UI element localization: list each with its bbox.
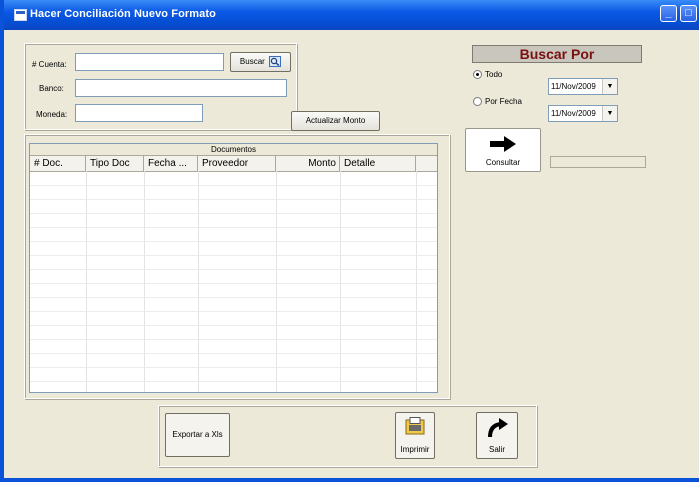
- column-header[interactable]: # Doc.: [30, 156, 86, 171]
- moneda-label: Moneda:: [36, 110, 68, 119]
- date-to-select[interactable]: 11/Nov/2009 ▼: [548, 105, 618, 122]
- grid-column-line: [198, 171, 199, 392]
- chevron-down-icon[interactable]: ▼: [602, 106, 617, 121]
- minimize-icon: _: [665, 7, 672, 19]
- grid-caption: Documentos: [30, 144, 437, 156]
- title-bar[interactable]: Hacer Conciliación Nuevo Formato _ □: [4, 0, 699, 30]
- window-title: Hacer Conciliación Nuevo Formato: [30, 8, 216, 20]
- grid-row-line: [30, 339, 437, 340]
- grid-row-line: [30, 367, 437, 368]
- cuenta-label: # Cuenta:: [32, 60, 67, 69]
- date-from-select[interactable]: 11/Nov/2009 ▼: [548, 78, 618, 95]
- print-label: Imprimir: [400, 445, 430, 454]
- exit-button[interactable]: Salir: [476, 412, 518, 459]
- column-header[interactable]: Proveedor: [198, 156, 276, 171]
- consultar-label: Consultar: [485, 158, 521, 167]
- main-window: Hacer Conciliación Nuevo Formato _ □ # C…: [0, 0, 699, 482]
- column-header[interactable]: Monto: [276, 156, 340, 171]
- buscar-label: Buscar: [239, 57, 265, 66]
- grid-row-line: [30, 227, 437, 228]
- search-by-title: Buscar Por: [472, 45, 642, 63]
- radio-por-fecha-label[interactable]: Por Fecha: [485, 97, 522, 106]
- grid-row-line: [30, 199, 437, 200]
- grid-column-line: [276, 171, 277, 392]
- minimize-button[interactable]: _: [660, 5, 677, 22]
- exit-arrow-icon: [488, 418, 508, 438]
- consultar-button[interactable]: Consultar: [465, 128, 541, 172]
- grid-row-line: [30, 213, 437, 214]
- cuenta-input[interactable]: [75, 53, 224, 71]
- chevron-down-icon[interactable]: ▼: [602, 79, 617, 94]
- grid-column-line: [86, 171, 87, 392]
- column-header[interactable]: Tipo Doc: [86, 156, 144, 171]
- grid-column-line: [416, 171, 417, 392]
- grid-row-line: [30, 311, 437, 312]
- search-icon: [269, 56, 282, 68]
- grid-row-line: [30, 269, 437, 270]
- radio-todo-label[interactable]: Todo: [485, 70, 502, 79]
- exit-label: Salir: [488, 445, 505, 454]
- grid-row-line: [30, 283, 437, 284]
- grid-column-line: [340, 171, 341, 392]
- documents-grid[interactable]: Documentos # Doc. Tipo Doc Fecha ... Pro…: [29, 143, 438, 393]
- radio-todo[interactable]: [473, 70, 482, 79]
- maximize-icon: □: [685, 7, 692, 19]
- grid-row-line: [30, 297, 437, 298]
- grid-row-line: [30, 325, 437, 326]
- actualizar-monto-button[interactable]: Actualizar Monto: [291, 111, 380, 131]
- moneda-input[interactable]: [75, 104, 203, 122]
- grid-row-line: [30, 353, 437, 354]
- grid-column-line: [144, 171, 145, 392]
- buscar-button[interactable]: Buscar: [230, 52, 291, 72]
- maximize-button[interactable]: □: [680, 5, 697, 22]
- status-field: [550, 156, 646, 168]
- column-header[interactable]: Fecha ...: [144, 156, 198, 171]
- column-header[interactable]: Detalle: [340, 156, 416, 171]
- arrow-right-icon: [490, 136, 516, 152]
- radio-por-fecha[interactable]: [473, 97, 482, 106]
- printer-icon: [405, 417, 425, 435]
- print-button[interactable]: Imprimir: [395, 412, 435, 459]
- banco-label: Banco:: [39, 84, 64, 93]
- grid-row-line: [30, 255, 437, 256]
- grid-header: # Doc. Tipo Doc Fecha ... Proveedor Mont…: [30, 156, 437, 172]
- export-xls-button[interactable]: Exportar a Xls: [165, 413, 230, 457]
- grid-row-line: [30, 381, 437, 382]
- grid-row-line: [30, 241, 437, 242]
- grid-row-line: [30, 185, 437, 186]
- banco-input[interactable]: [75, 79, 287, 97]
- window-app-icon: [14, 9, 27, 21]
